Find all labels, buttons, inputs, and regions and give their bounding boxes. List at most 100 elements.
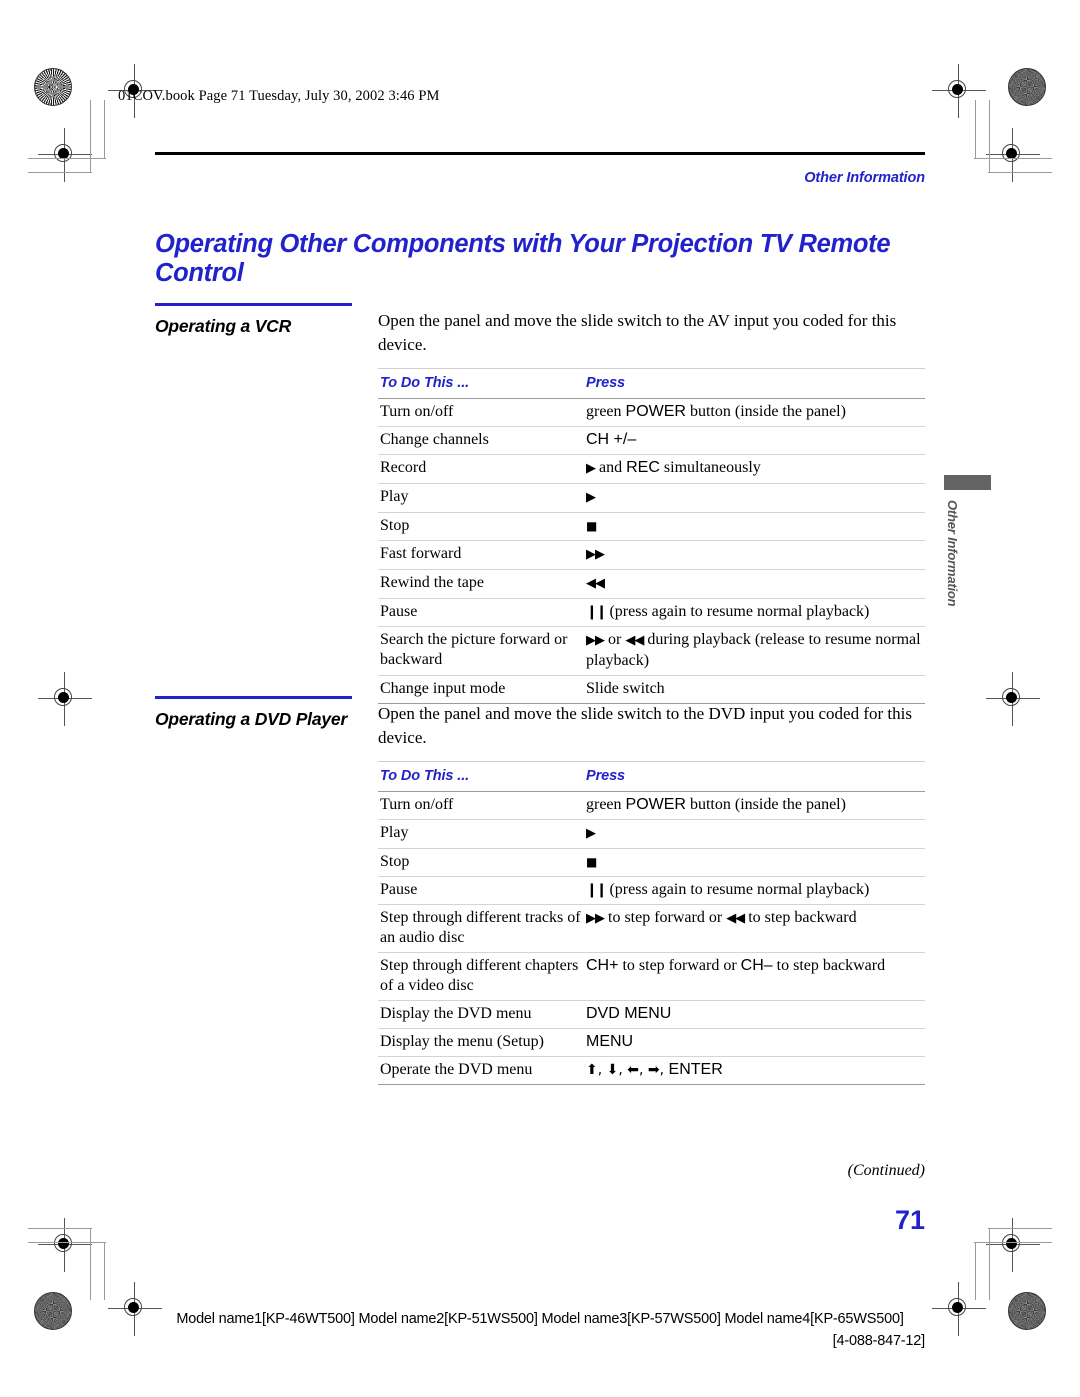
table-row: Turn on/off green POWER button (inside t…	[378, 791, 925, 820]
fast-forward-icon: ▶▶	[586, 911, 605, 926]
cell-to-do: Step through different tracks of an audi…	[378, 904, 584, 953]
table-row: Step through different tracks of an audi…	[378, 904, 925, 953]
cell-to-do: Turn on/off	[378, 791, 584, 820]
table-row: Rewind the tape ◀◀	[378, 569, 925, 599]
button-label-dvd-menu: DVD MENU	[586, 1005, 672, 1022]
cell-press: green POWER button (inside the panel)	[584, 398, 925, 427]
stop-icon: ■	[586, 519, 597, 533]
press-text-tail: simultaneously	[659, 459, 761, 476]
play-icon: ▶	[586, 461, 596, 476]
table-row: Turn on/off green POWER button (inside t…	[378, 398, 925, 427]
cell-to-do: Play	[378, 483, 584, 513]
page-number: 71	[894, 1205, 925, 1235]
fast-forward-icon: ▶▶	[586, 547, 605, 562]
continued-note: (Continued)	[847, 1162, 925, 1179]
cell-press: ❙❙ (press again to resume normal playbac…	[584, 876, 925, 905]
column-header-press: Press	[584, 761, 925, 792]
registration-target-mid-left	[38, 672, 92, 726]
crop-mark-top-left	[28, 100, 106, 178]
button-label-ch-minus: CH–	[740, 957, 773, 974]
press-text-post: (press again to resume normal playback)	[605, 603, 870, 620]
press-text-post: and	[595, 459, 627, 476]
press-text-tail: to step backward	[772, 957, 886, 974]
cell-press: CH+ to step forward or CH– to step backw…	[584, 952, 925, 1001]
model-names-line: Model name1[KP-46WT500] Model name2[KP-5…	[176, 1311, 904, 1327]
column-header-to-do-this: To Do This ...	[378, 368, 584, 399]
cell-press: ■	[584, 848, 925, 877]
table-row: Stop ■	[378, 848, 925, 877]
cell-to-do: Turn on/off	[378, 398, 584, 427]
table-row: Record ▶ and REC simultaneously	[378, 454, 925, 484]
cell-press: DVD MENU	[584, 1000, 925, 1029]
part-number: [4-088-847-12]	[832, 1333, 926, 1349]
button-label-rec: REC	[626, 459, 660, 476]
page-title: Operating Other Components with Your Pro…	[155, 230, 891, 288]
table-row: Play ▶	[378, 483, 925, 513]
press-text-post: to step forward or	[618, 957, 741, 974]
table-row: Play ▶	[378, 819, 925, 849]
press-text-post: (press again to resume normal playback)	[605, 881, 870, 898]
stop-icon: ■	[586, 855, 597, 869]
table-row: Pause ❙❙ (press again to resume normal p…	[378, 876, 925, 905]
section-body: Open the panel and move the slide switch…	[378, 309, 925, 704]
crop-mark-bottom-left	[28, 1222, 106, 1300]
cell-to-do: Rewind the tape	[378, 569, 584, 599]
rewind-icon: ◀◀	[726, 911, 745, 926]
rewind-icon: ◀◀	[625, 633, 644, 648]
button-label-ch-plus: CH+	[586, 957, 619, 974]
table-row: Search the picture forward or backward ▶…	[378, 626, 925, 676]
registration-target-mid-right	[986, 672, 1040, 726]
fast-forward-icon: ▶▶	[586, 633, 605, 648]
crop-mark-top-right	[974, 100, 1052, 178]
table-row: Pause ❙❙ (press again to resume normal p…	[378, 598, 925, 627]
column-header-to-do-this: To Do This ...	[378, 761, 584, 792]
table-row: Fast forward ▶▶	[378, 540, 925, 570]
cell-press: Slide switch	[584, 675, 925, 704]
cell-to-do: Stop	[378, 512, 584, 541]
rewind-icon: ◀◀	[586, 576, 605, 591]
cell-to-do: Change channels	[378, 426, 584, 455]
table-row: Display the DVD menu DVD MENU	[378, 1000, 925, 1029]
cell-to-do: Change input mode	[378, 675, 584, 704]
cell-to-do: Operate the DVD menu	[378, 1056, 584, 1085]
cell-press: MENU	[584, 1028, 925, 1057]
section-intro: Open the panel and move the slide switch…	[378, 311, 897, 354]
table-row: Display the menu (Setup) MENU	[378, 1028, 925, 1057]
section-heading: Operating a VCR	[155, 316, 292, 336]
press-text-post: to step forward or	[604, 909, 727, 926]
cell-to-do: Search the picture forward or backward	[378, 626, 584, 676]
cell-to-do: Display the menu (Setup)	[378, 1028, 584, 1057]
running-head: Other Information	[804, 170, 925, 186]
cell-press: CH +/–	[584, 426, 925, 455]
column-header-press: Press	[584, 368, 925, 399]
cell-to-do: Pause	[378, 876, 584, 905]
cell-press: ▶▶ or ◀◀ during playback (release to res…	[584, 626, 925, 676]
cell-to-do: Record	[378, 454, 584, 484]
press-text-post: or	[604, 631, 626, 648]
registration-target-bottom-left-b	[108, 1282, 162, 1336]
cell-press: ▶▶ to step forward or ◀◀ to step backwar…	[584, 904, 925, 953]
vcr-command-table: To Do This ... Press Turn on/off green P…	[378, 368, 925, 704]
cell-to-do: Stop	[378, 848, 584, 877]
thumb-tab-bar	[944, 475, 991, 490]
crop-mark-bottom-right	[974, 1222, 1052, 1300]
cell-press: ⬆, ⬇, ⬅, ➡, ENTER	[584, 1056, 925, 1085]
cell-to-do: Pause	[378, 598, 584, 627]
direction-arrows-icon: ⬆, ⬇, ⬅, ➡,	[586, 1062, 669, 1078]
table-row: Change input mode Slide switch	[378, 675, 925, 704]
cell-to-do: Fast forward	[378, 540, 584, 570]
press-text-post: button (inside the panel)	[685, 796, 846, 813]
section-intro: Open the panel and move the slide switch…	[378, 704, 912, 747]
pause-icon: ❙❙	[586, 882, 608, 898]
table-header-row: To Do This ... Press	[378, 761, 925, 792]
cell-press: green POWER button (inside the panel)	[584, 791, 925, 820]
cell-to-do: Play	[378, 819, 584, 849]
button-label-enter: ENTER	[668, 1061, 723, 1078]
press-text-pre: green	[586, 403, 626, 420]
table-header-row: To Do This ... Press	[378, 368, 925, 399]
section-rule	[155, 696, 352, 699]
cell-press: ■	[584, 512, 925, 541]
cell-to-do: Display the DVD menu	[378, 1000, 584, 1029]
thumb-tab-label: Other Information	[945, 500, 960, 607]
play-icon: ▶	[586, 826, 596, 841]
